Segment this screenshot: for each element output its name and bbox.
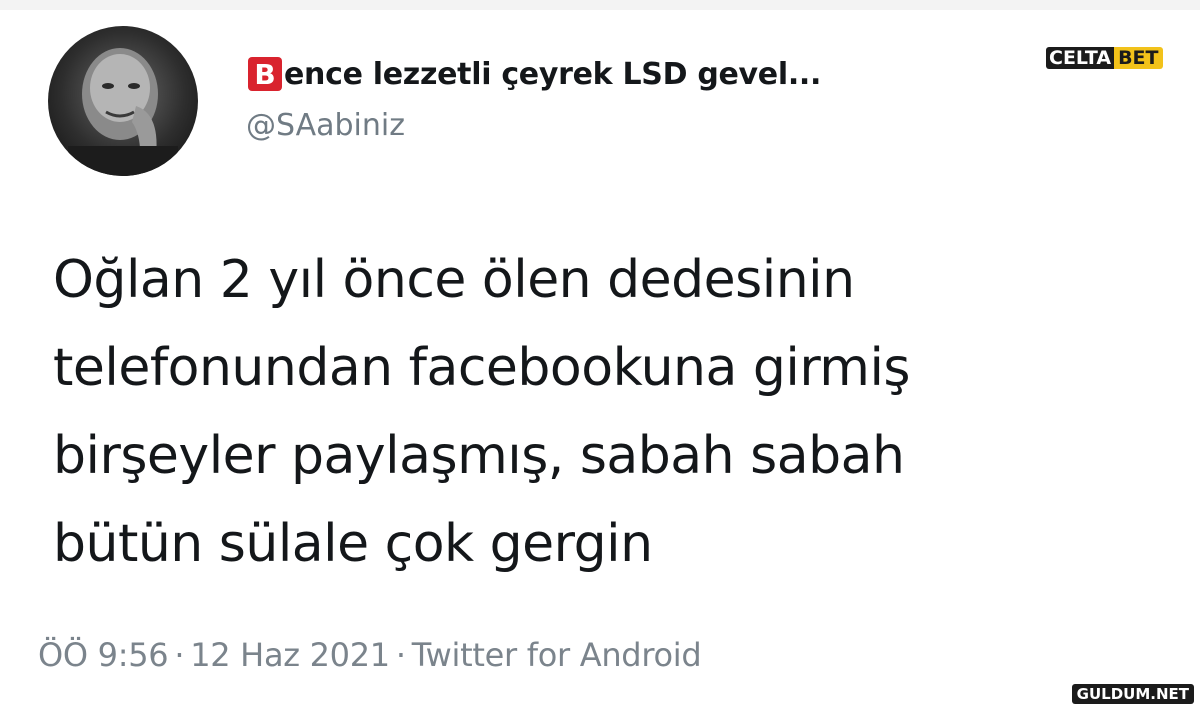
name-badge: B <box>248 57 282 91</box>
tweet-date[interactable]: 12 Haz 2021 <box>190 636 390 674</box>
avatar-portrait-icon <box>68 48 178 176</box>
watermark-top-part2: BET <box>1114 47 1163 69</box>
author-name-row[interactable]: B ence lezzetli çeyrek LSD gevel... <box>248 52 821 96</box>
tweet-meta: ÖÖ 9:56 · 12 Haz 2021 · Twitter for Android <box>38 636 702 674</box>
author-handle[interactable]: @SAabiniz <box>246 108 405 143</box>
top-strip <box>0 0 1200 10</box>
tweet-time[interactable]: ÖÖ 9:56 <box>38 636 169 674</box>
tweet-line: telefonundan facebookuna girmiş <box>53 338 911 398</box>
watermark-logo-top: CELTA BET <box>1046 47 1163 69</box>
watermark-logo-bottom: GULDUM.NET <box>1071 684 1194 704</box>
tweet-line: birşeyler paylaşmış, sabah sabah <box>53 426 905 486</box>
tweet-line: bütün sülale çok gergin <box>53 514 653 574</box>
watermark-top-part1: CELTA <box>1046 47 1115 69</box>
tweet-source[interactable]: Twitter for Android <box>412 636 702 674</box>
profile-avatar[interactable] <box>48 26 198 176</box>
meta-separator: · <box>174 636 185 674</box>
tweet-line: Oğlan 2 yıl önce ölen dedesinin <box>53 250 855 310</box>
meta-separator: · <box>395 636 406 674</box>
author-display-name[interactable]: ence lezzetli çeyrek LSD gevel... <box>284 57 821 92</box>
tweet-text: Oğlan 2 yıl önce ölen dedesinin telefonu… <box>53 236 1173 588</box>
